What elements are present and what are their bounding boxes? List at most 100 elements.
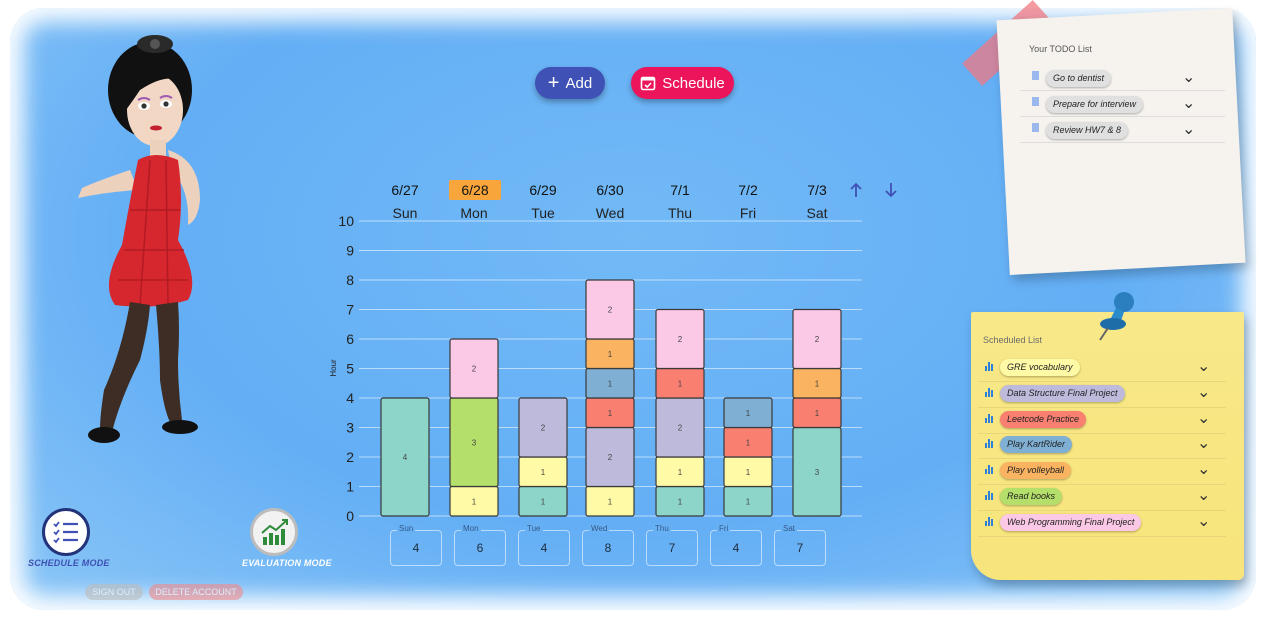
scheduled-item[interactable]: Read books ⌄ bbox=[978, 485, 1226, 511]
scheduled-item[interactable]: Web Programming Final Project ⌄ bbox=[978, 511, 1226, 537]
total-field-label: Fri bbox=[717, 524, 731, 533]
bar-value-label: 1 bbox=[608, 379, 613, 388]
schedule-mode-button[interactable] bbox=[42, 508, 90, 556]
total-field-value: 7 bbox=[796, 541, 804, 555]
sign-out-button[interactable]: SIGN OUT bbox=[85, 584, 143, 600]
total-field-value: 8 bbox=[604, 541, 612, 555]
bar-value-label: 3 bbox=[815, 468, 820, 477]
todo-item[interactable]: Prepare for interview ⌄ bbox=[1020, 91, 1225, 117]
total-field-sun[interactable]: Sun 4 bbox=[390, 524, 442, 566]
bar-value-label: 3 bbox=[472, 438, 477, 447]
chevron-down-icon[interactable]: ⌄ bbox=[1197, 382, 1210, 402]
total-field-value: 4 bbox=[540, 541, 548, 555]
evaluation-mode-button[interactable] bbox=[250, 508, 298, 556]
scheduled-item-chip[interactable]: Play volleyball bbox=[1000, 462, 1072, 480]
bar-chart-icon bbox=[985, 491, 994, 500]
bar-chart-icon bbox=[985, 465, 994, 475]
scheduled-item[interactable]: Play KartRider ⌄ bbox=[978, 433, 1226, 460]
y-tick-label: 7 bbox=[346, 302, 354, 318]
bar-chart-icon bbox=[985, 439, 994, 449]
calendar-check-icon bbox=[640, 76, 656, 91]
schedule-button-label: Schedule bbox=[662, 74, 725, 92]
chevron-down-icon[interactable]: ⌄ bbox=[1197, 433, 1210, 453]
bar-value-label: 2 bbox=[472, 365, 477, 374]
arrow-down-icon[interactable] bbox=[883, 182, 899, 198]
scheduled-item[interactable]: Data Structure Final Project ⌄ bbox=[978, 382, 1226, 408]
chevron-down-icon[interactable]: ⌄ bbox=[1182, 67, 1195, 87]
date-label-fri: 7/2 bbox=[738, 182, 758, 198]
todo-item[interactable]: Review HW7 & 8 ⌄ bbox=[1020, 117, 1225, 143]
bar-value-label: 2 bbox=[608, 306, 613, 315]
todo-item-chip[interactable]: Review HW7 & 8 bbox=[1046, 122, 1129, 139]
date-label-tue: 6/29 bbox=[529, 182, 557, 198]
y-tick-label: 6 bbox=[346, 331, 354, 347]
bar-value-label: 2 bbox=[678, 335, 683, 344]
chevron-down-icon[interactable]: ⌄ bbox=[1182, 119, 1195, 139]
bar-value-label: 1 bbox=[608, 497, 613, 506]
date-label-wed: 6/30 bbox=[596, 182, 624, 198]
scheduled-item-chip[interactable]: Web Programming Final Project bbox=[1000, 513, 1142, 531]
chevron-down-icon[interactable]: ⌄ bbox=[1197, 408, 1210, 428]
schedule-button[interactable]: Schedule bbox=[631, 67, 734, 99]
bar-chart-icon bbox=[985, 413, 994, 423]
hours-chart: 0 1 2 3 4 5 6 7 8 9 10 Hour 4 1 3 2 1 1 2 1 2 1 1 1 2 1 1 2 1 2 1 1 1 1 3 1… bbox=[329, 213, 862, 524]
total-field-label: Wed bbox=[589, 524, 610, 533]
chevron-down-icon[interactable]: ⌄ bbox=[1197, 511, 1210, 531]
bar-value-label: 2 bbox=[815, 335, 820, 344]
scheduled-item-chip[interactable]: Leetcode Practice bbox=[1000, 410, 1087, 428]
chevron-down-icon[interactable]: ⌄ bbox=[1197, 459, 1210, 479]
y-tick-label: 9 bbox=[346, 243, 354, 259]
bar-value-label: 1 bbox=[746, 438, 751, 447]
todo-item[interactable]: Go to dentist ⌄ bbox=[1020, 65, 1225, 91]
chevron-down-icon[interactable]: ⌄ bbox=[1182, 93, 1195, 113]
y-tick-label: 0 bbox=[346, 508, 354, 524]
bar-value-label: 1 bbox=[541, 497, 546, 506]
scheduled-item[interactable]: Play volleyball ⌄ bbox=[978, 459, 1226, 486]
total-field-value: 6 bbox=[476, 541, 484, 555]
chevron-down-icon[interactable]: ⌄ bbox=[1197, 485, 1210, 505]
todo-item-chip[interactable]: Go to dentist bbox=[1046, 70, 1112, 87]
delete-account-button[interactable]: DELETE ACCOUNT bbox=[149, 584, 243, 600]
bar-value-label: 1 bbox=[472, 497, 477, 506]
y-tick-label: 3 bbox=[346, 420, 354, 436]
avatar-character bbox=[78, 35, 200, 443]
bar-value-label: 1 bbox=[678, 497, 683, 506]
scheduled-item-chip[interactable]: Data Structure Final Project bbox=[1000, 384, 1125, 402]
total-field-sat[interactable]: Sat 7 bbox=[774, 524, 826, 566]
total-field-label: Tue bbox=[525, 524, 543, 533]
bar-chart-icon bbox=[985, 516, 994, 526]
date-label-sat: 7/3 bbox=[807, 182, 827, 198]
bar-value-label: 1 bbox=[815, 379, 820, 388]
plus-icon: + bbox=[547, 72, 560, 94]
add-button[interactable]: + Add bbox=[535, 67, 605, 99]
y-tick-label: 1 bbox=[346, 479, 354, 495]
scheduled-item[interactable]: Leetcode Practice ⌄ bbox=[978, 408, 1226, 434]
total-field-fri[interactable]: Fri 4 bbox=[710, 524, 762, 566]
total-field-label: Sun bbox=[397, 524, 416, 533]
chevron-down-icon[interactable]: ⌄ bbox=[1197, 356, 1210, 376]
y-axis-label: Hour bbox=[329, 359, 338, 377]
scheduled-item-chip[interactable]: Play KartRider bbox=[1000, 436, 1073, 454]
total-field-mon[interactable]: Mon 6 bbox=[454, 524, 506, 566]
scheduled-item-chip[interactable]: Read books bbox=[1000, 488, 1063, 505]
bar-value-label: 1 bbox=[678, 468, 683, 477]
total-field-tue[interactable]: Tue 4 bbox=[518, 524, 570, 566]
bar-chart-icon bbox=[985, 387, 994, 397]
total-field-label: Mon bbox=[461, 524, 481, 533]
bar-value-label: 2 bbox=[678, 424, 683, 433]
total-field-value: 4 bbox=[732, 541, 740, 555]
bar-value-label: 1 bbox=[746, 409, 751, 418]
arrow-up-icon[interactable] bbox=[848, 182, 864, 198]
pushpin-icon bbox=[1099, 292, 1134, 341]
scheduled-item-chip[interactable]: GRE vocabulary bbox=[1000, 359, 1080, 376]
bar-chart-icon bbox=[985, 362, 994, 371]
total-field-wed[interactable]: Wed 8 bbox=[582, 524, 634, 566]
scheduled-list-title: Scheduled List bbox=[983, 335, 1043, 345]
document-icon bbox=[1032, 71, 1039, 80]
bar-value-label: 2 bbox=[541, 424, 546, 433]
total-field-value: 7 bbox=[668, 541, 676, 555]
y-tick-label: 8 bbox=[346, 272, 354, 288]
todo-item-chip[interactable]: Prepare for interview bbox=[1046, 96, 1144, 113]
total-field-thu[interactable]: Thu 7 bbox=[646, 524, 698, 566]
scheduled-item[interactable]: GRE vocabulary ⌄ bbox=[978, 356, 1226, 382]
